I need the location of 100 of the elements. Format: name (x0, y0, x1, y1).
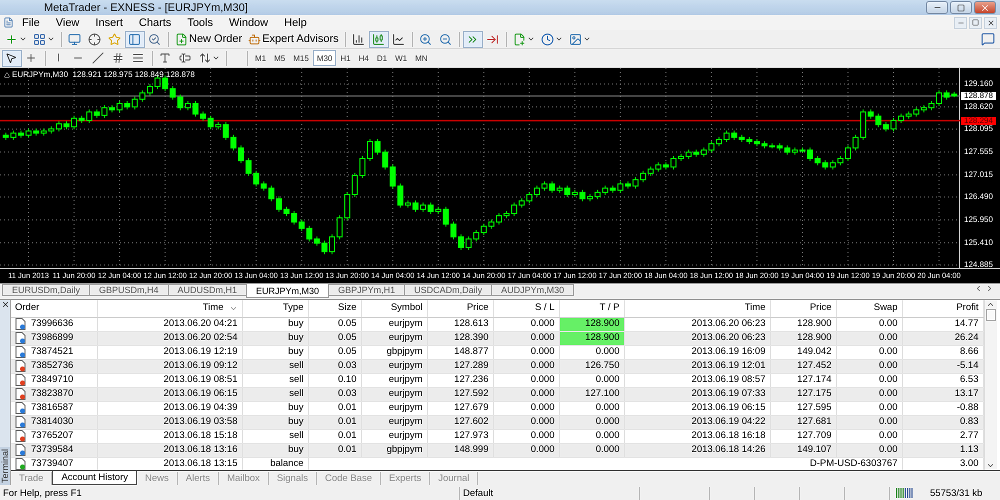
menu-item[interactable]: Tools (179, 16, 221, 28)
table-cell: 2013.06.19 06:15 (97, 387, 242, 401)
scroll-up-icon (986, 300, 995, 309)
price-label: 125.950 (963, 216, 993, 224)
chart-tab[interactable]: USDCADm,Daily (404, 284, 492, 296)
period-button[interactable]: M30 (312, 50, 336, 66)
chart-tab[interactable]: EURUSDm,Daily (2, 284, 90, 296)
table-cell: eurjpym (361, 373, 427, 387)
column-header[interactable]: Profit (902, 300, 983, 317)
table-cell: 0.05 (308, 331, 361, 345)
price-label: 128.095 (963, 125, 993, 134)
column-header[interactable]: Size (308, 300, 361, 317)
chart-tab[interactable]: AUDUSDm,H1 (168, 284, 248, 296)
table-cell: eurjpym (361, 401, 427, 415)
menu-item[interactable]: Window (221, 16, 276, 28)
maximize-button[interactable] (950, 1, 972, 14)
chart-tab[interactable]: GBPUSDm,H4 (89, 284, 169, 296)
minimize-button[interactable] (954, 16, 967, 28)
table-cell: 0.01 (308, 415, 361, 429)
chart-title: EURJPYm,M30 128.921 128.975 128.849 128.878 (4, 70, 195, 79)
scrollbar[interactable] (984, 300, 996, 470)
table-cell: 2013.06.18 15:18 (97, 429, 242, 443)
menu-item[interactable]: Help (276, 16, 315, 28)
table-cell: 0.00 (836, 387, 902, 401)
table-cell: 73852736 (11, 359, 97, 373)
table-cell: 127.236 (427, 373, 493, 387)
toolbar-button[interactable]: Expert Advisors (245, 30, 342, 48)
column-header[interactable]: Swap (836, 300, 902, 317)
period-button[interactable]: M5 (270, 50, 290, 66)
scrollbar-thumb[interactable] (986, 309, 996, 321)
clock-icon (540, 32, 554, 46)
table-cell: 2013.06.19 12:01 (624, 359, 770, 373)
bid-price-tag: 128.878 (961, 92, 996, 100)
period-button[interactable]: M15 (289, 50, 313, 66)
table-cell: sell (242, 429, 308, 443)
period-button[interactable]: D1 (372, 50, 392, 66)
magnifier-icon (148, 32, 161, 46)
drawing-tool-button[interactable] (2, 50, 22, 66)
table-cell: 0.00 (836, 429, 902, 443)
menu-item[interactable]: Insert (87, 16, 131, 28)
period-button[interactable]: H1 (336, 50, 355, 66)
terminal-title: Terminal (0, 446, 10, 485)
candlestick-icon (372, 32, 385, 46)
menu-item[interactable]: Charts (130, 16, 180, 28)
table-cell: 73765207 (11, 429, 97, 443)
table-cell: 0.000 (493, 317, 559, 331)
table-cell: buy (242, 331, 308, 345)
period-button[interactable]: W1 (391, 50, 412, 66)
table-cell: 0.000 (493, 331, 559, 345)
menu-item[interactable]: File (14, 16, 48, 28)
bar-chart-icon (352, 32, 365, 46)
menu-item[interactable]: View (48, 16, 88, 28)
chart-tab[interactable]: EURJPYm,M30 (246, 284, 330, 298)
dropdown-caret-icon (212, 54, 220, 62)
table-cell: sell (242, 373, 308, 387)
status-text: For Help, press F1 (0, 486, 460, 500)
column-header[interactable]: T / P (559, 300, 624, 317)
period-button[interactable]: M1 (251, 50, 270, 66)
table-cell: 148.877 (427, 345, 493, 359)
table-cell: buy (242, 415, 308, 429)
table-cell: buy (242, 401, 308, 415)
restore-button[interactable] (969, 16, 982, 28)
table-cell: 2013.06.18 16:18 (624, 429, 770, 443)
column-header[interactable]: Type (242, 300, 308, 317)
price-label: 124.885 (963, 260, 993, 269)
price-label: 126.490 (963, 193, 993, 202)
period-button[interactable]: MN (411, 50, 432, 66)
chart-tab[interactable]: GBPJPYm,H1 (328, 284, 406, 296)
scroll-right-icon (985, 284, 994, 293)
table-cell: 73814030 (11, 415, 97, 429)
close-icon (980, 2, 990, 12)
column-header[interactable]: Time (97, 300, 242, 317)
column-header[interactable]: Symbol (361, 300, 427, 317)
toolbar-button[interactable]: New Order (172, 30, 246, 48)
table-cell: 0.05 (308, 345, 361, 359)
connection-bars-icon (896, 488, 914, 498)
minimize-button[interactable] (926, 1, 948, 14)
period-button[interactable]: H4 (354, 50, 373, 66)
table-cell: 0.000 (559, 415, 624, 429)
table-cell: 0.00 (836, 443, 902, 457)
chart-tab[interactable]: AUDJPYm,M30 (491, 284, 574, 296)
table-cell: 0.000 (559, 401, 624, 415)
terminal-tab[interactable]: Account History (52, 471, 137, 485)
column-header[interactable]: Price (427, 300, 493, 317)
column-header[interactable]: Time (624, 300, 770, 317)
price-label: 125.410 (963, 238, 993, 247)
table-cell: 73739584 (11, 443, 97, 457)
dropdown-caret-icon (47, 35, 55, 43)
table-cell: 2013.06.18 14:26 (624, 443, 770, 457)
close-button[interactable] (984, 16, 997, 28)
table-cell: 127.973 (427, 429, 493, 443)
close-icon (986, 18, 994, 26)
table-cell: 126.750 (559, 359, 624, 373)
table-cell: sell (242, 387, 308, 401)
column-header[interactable]: Price (770, 300, 836, 317)
table-cell: 2013.06.18 13:16 (97, 443, 242, 457)
table-cell: 0.00 (836, 345, 902, 359)
column-header[interactable]: S / L (493, 300, 559, 317)
table-cell: 0.01 (308, 443, 361, 457)
table-cell: 2013.06.19 08:51 (97, 373, 242, 387)
